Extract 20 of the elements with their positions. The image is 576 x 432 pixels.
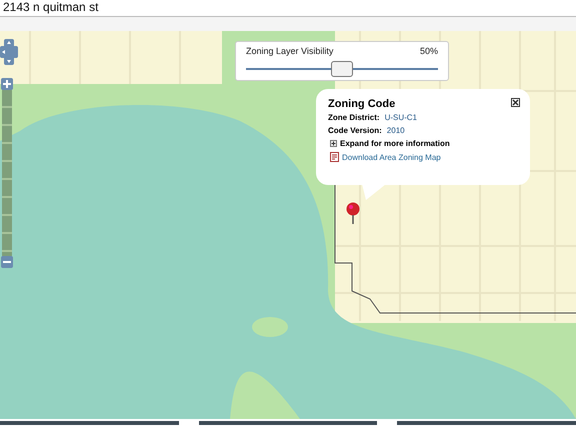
plus-icon xyxy=(3,80,11,88)
map-pin-icon[interactable] xyxy=(346,202,360,224)
document-icon xyxy=(330,152,339,162)
minus-icon xyxy=(3,258,11,266)
field-label: Code Version: xyxy=(328,126,382,135)
close-icon[interactable] xyxy=(511,98,520,107)
expand-icon[interactable] xyxy=(330,140,337,147)
zoom-out-button[interactable] xyxy=(1,256,13,268)
zoom-in-button[interactable] xyxy=(1,78,13,90)
field-value: U-SU-C1 xyxy=(384,113,418,122)
popup-title: Zoning Code xyxy=(328,98,396,110)
arrows-icon xyxy=(0,39,18,65)
download-link[interactable]: Download Area Zoning Map xyxy=(342,152,441,162)
pan-control[interactable] xyxy=(0,39,18,65)
visibility-label: Zoning Layer Visibility xyxy=(246,46,334,56)
field-label: Zone District: xyxy=(328,113,380,122)
field-value: 2010 xyxy=(386,126,405,135)
expand-link[interactable]: Expand for more information xyxy=(340,139,450,148)
visibility-reading: 50% xyxy=(420,46,438,56)
slider-thumb[interactable] xyxy=(331,61,353,77)
